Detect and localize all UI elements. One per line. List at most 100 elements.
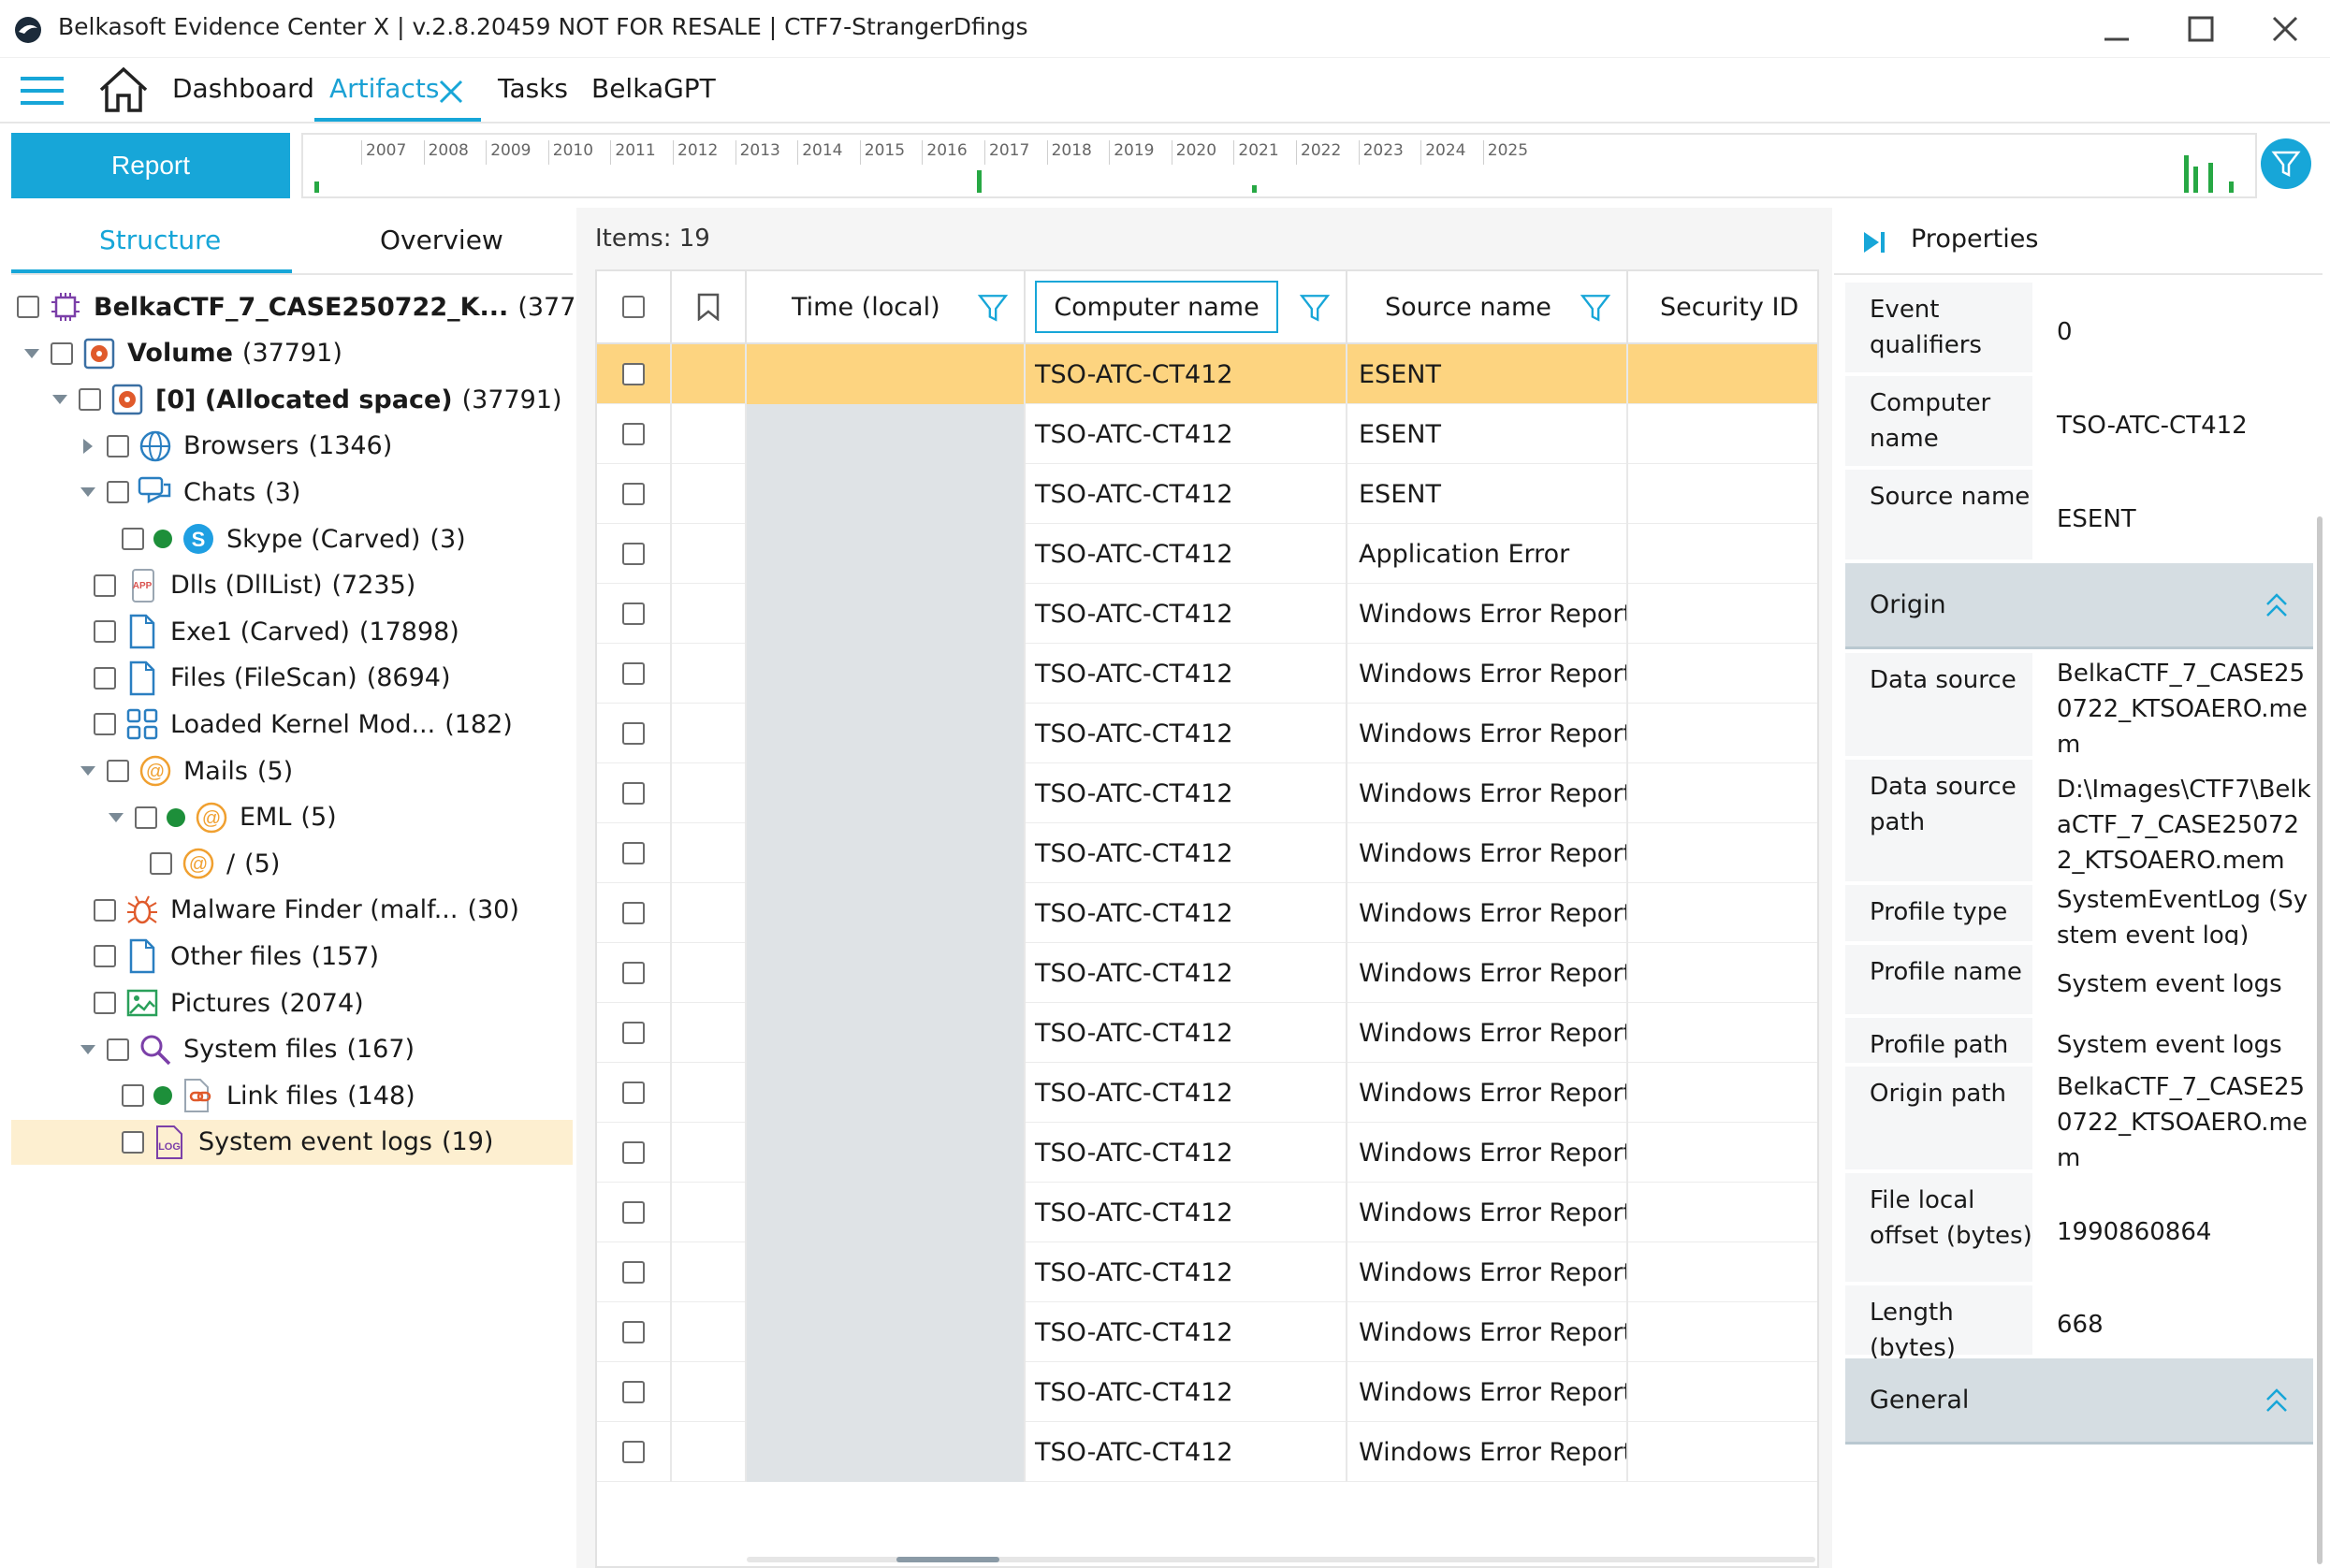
general-section-header[interactable]: General [1845,1358,2313,1445]
row-checkbox[interactable] [622,1321,645,1343]
tree-checkbox[interactable] [94,713,116,736]
row-select-cell[interactable] [597,1422,672,1482]
row-checkbox[interactable] [622,1022,645,1044]
expand-arrow-down-icon[interactable] [49,388,71,411]
row-select-cell[interactable] [597,644,672,704]
table-row[interactable]: TSO-ATC-CT412 Windows Error Report [597,763,1817,823]
tree-item[interactable]: Browsers (1346) [11,424,573,469]
row-checkbox[interactable] [622,782,645,805]
row-checkbox[interactable] [622,1141,645,1164]
tree-checkbox[interactable] [51,341,73,365]
tree-checkbox[interactable] [94,666,116,690]
expand-arrow-down-icon[interactable] [21,342,43,365]
row-checkbox[interactable] [622,722,645,745]
tree-checkbox[interactable] [94,992,116,1014]
tree-item[interactable]: @ / (5) [11,841,573,886]
row-select-cell[interactable] [597,823,672,883]
row-bookmark-cell[interactable] [672,883,747,943]
tree-item[interactable]: Link files (148) [11,1073,573,1118]
table-row[interactable]: TSO-ATC-CT412 Windows Error Report [597,1063,1817,1123]
row-select-cell[interactable] [597,1183,672,1242]
row-checkbox[interactable] [622,1201,645,1224]
row-select-cell[interactable] [597,704,672,763]
row-checkbox[interactable] [622,423,645,445]
tree-item[interactable]: Volume (37791) [11,331,573,376]
tree-checkbox[interactable] [94,620,116,644]
timeline[interactable]: 2007 2008 2009 2010 2011 2012 2013 2014 2015 2016… [301,133,2257,198]
tree-checkbox[interactable] [150,852,172,876]
row-select-cell[interactable] [597,464,672,524]
row-select-cell[interactable] [597,1362,672,1422]
report-button[interactable]: Report [11,133,290,198]
expand-arrow-right-icon[interactable] [77,435,99,457]
header-source-name[interactable]: Source name [1347,271,1628,344]
maximize-button[interactable] [2173,7,2229,51]
filter-icon[interactable] [1580,292,1611,324]
row-bookmark-cell[interactable] [672,763,747,823]
expand-arrow-down-icon[interactable] [77,481,99,503]
row-checkbox[interactable] [622,1381,645,1403]
tab-belkagpt[interactable]: BelkaGPT [591,73,716,104]
row-select-cell[interactable] [597,344,672,404]
row-bookmark-cell[interactable] [672,1362,747,1422]
minimize-button[interactable] [2089,7,2145,51]
tree-checkbox[interactable] [17,296,39,318]
row-select-cell[interactable] [597,584,672,644]
row-bookmark-cell[interactable] [672,404,747,464]
tree-item[interactable]: System files (167) [11,1027,573,1072]
table-row[interactable]: TSO-ATC-CT412 Windows Error Report [597,943,1817,1003]
row-checkbox[interactable] [622,363,645,385]
table-row[interactable]: TSO-ATC-CT412 Application Error [597,524,1817,584]
tab-structure[interactable]: Structure [99,225,221,255]
row-select-cell[interactable] [597,524,672,584]
tree-checkbox[interactable] [107,434,129,457]
table-row[interactable]: TSO-ATC-CT412 Windows Error Report [597,1422,1817,1482]
expand-arrow-down-icon[interactable] [105,806,127,829]
row-bookmark-cell[interactable] [672,644,747,704]
row-checkbox[interactable] [622,1261,645,1284]
row-select-cell[interactable] [597,1003,672,1063]
timeline-filter-button[interactable] [2261,138,2311,189]
row-bookmark-cell[interactable] [672,1302,747,1362]
tree-checkbox[interactable] [122,528,144,550]
row-checkbox[interactable] [622,543,645,565]
tree-checkbox[interactable] [107,481,129,504]
row-select-cell[interactable] [597,1242,672,1302]
row-checkbox[interactable] [622,842,645,864]
select-all-checkbox[interactable] [622,296,645,318]
table-row[interactable]: TSO-ATC-CT412 Windows Error Report [597,644,1817,704]
table-row[interactable]: TSO-ATC-CT412 Windows Error Report [597,1183,1817,1242]
row-select-cell[interactable] [597,943,672,1003]
expand-arrow-down-icon[interactable] [77,1038,99,1061]
row-bookmark-cell[interactable] [672,344,747,404]
tab-artifacts[interactable]: Artifacts [329,73,439,104]
tree-item[interactable]: Other files (157) [11,934,573,979]
table-row[interactable]: TSO-ATC-CT412 Windows Error Report [597,1123,1817,1183]
table-row[interactable]: TSO-ATC-CT412 Windows Error Report [597,1362,1817,1422]
horizontal-scrollbar[interactable] [747,1557,1815,1562]
tree-checkbox[interactable] [122,1084,144,1108]
tab-tasks[interactable]: Tasks [498,73,568,104]
tree-item[interactable]: Chats (3) [11,470,573,515]
tree-checkbox[interactable] [122,1130,144,1154]
tree-checkbox[interactable] [135,806,157,829]
row-select-cell[interactable] [597,1302,672,1362]
header-time-local[interactable]: Time (local) [747,271,1026,344]
row-checkbox[interactable] [622,902,645,924]
tree-item[interactable]: [0] (Allocated space) (37791) [11,377,573,422]
row-checkbox[interactable] [622,1082,645,1104]
row-checkbox[interactable] [622,662,645,685]
row-bookmark-cell[interactable] [672,524,747,584]
table-row[interactable]: TSO-ATC-CT412 ESENT [597,464,1817,524]
tree-item[interactable]: APP Dlls (DllList) (7235) [11,563,573,608]
row-checkbox[interactable] [622,603,645,625]
table-row[interactable]: TSO-ATC-CT412 Windows Error Report [597,1242,1817,1302]
row-bookmark-cell[interactable] [672,1123,747,1183]
row-bookmark-cell[interactable] [672,584,747,644]
filter-icon[interactable] [1299,292,1331,324]
tree-item[interactable]: LOG System event logs (19) [11,1119,573,1165]
tree-item[interactable]: @ Mails (5) [11,748,573,793]
origin-section-header[interactable]: Origin [1845,563,2313,649]
hamburger-menu-button[interactable] [21,75,64,110]
chevron-up-icon[interactable] [2264,1387,2289,1421]
